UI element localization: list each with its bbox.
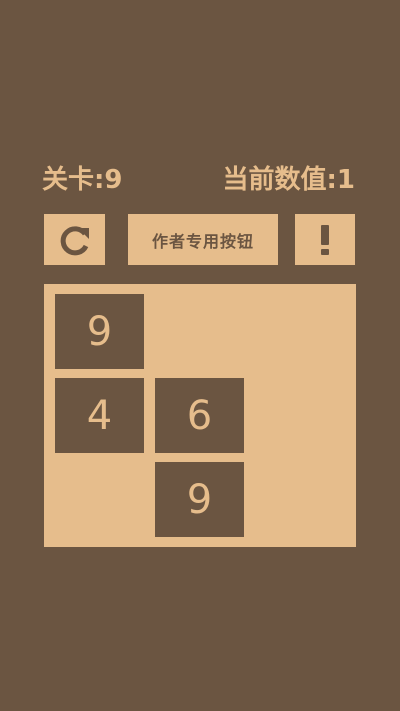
game-board: 9 4 6 9 [44, 284, 356, 547]
current-value-label: 当前数值:1 [222, 165, 356, 195]
help-button[interactable] [295, 214, 355, 265]
level-label: 关卡:9 [42, 165, 123, 195]
restart-icon [60, 225, 89, 255]
tile[interactable]: 9 [155, 462, 244, 537]
restart-button[interactable] [44, 214, 105, 265]
author-button[interactable]: 作者专用按钮 [128, 214, 278, 265]
exclamation-icon [321, 224, 329, 255]
tile[interactable]: 4 [55, 378, 144, 453]
tile[interactable]: 9 [55, 294, 144, 369]
tile[interactable]: 6 [155, 378, 244, 453]
